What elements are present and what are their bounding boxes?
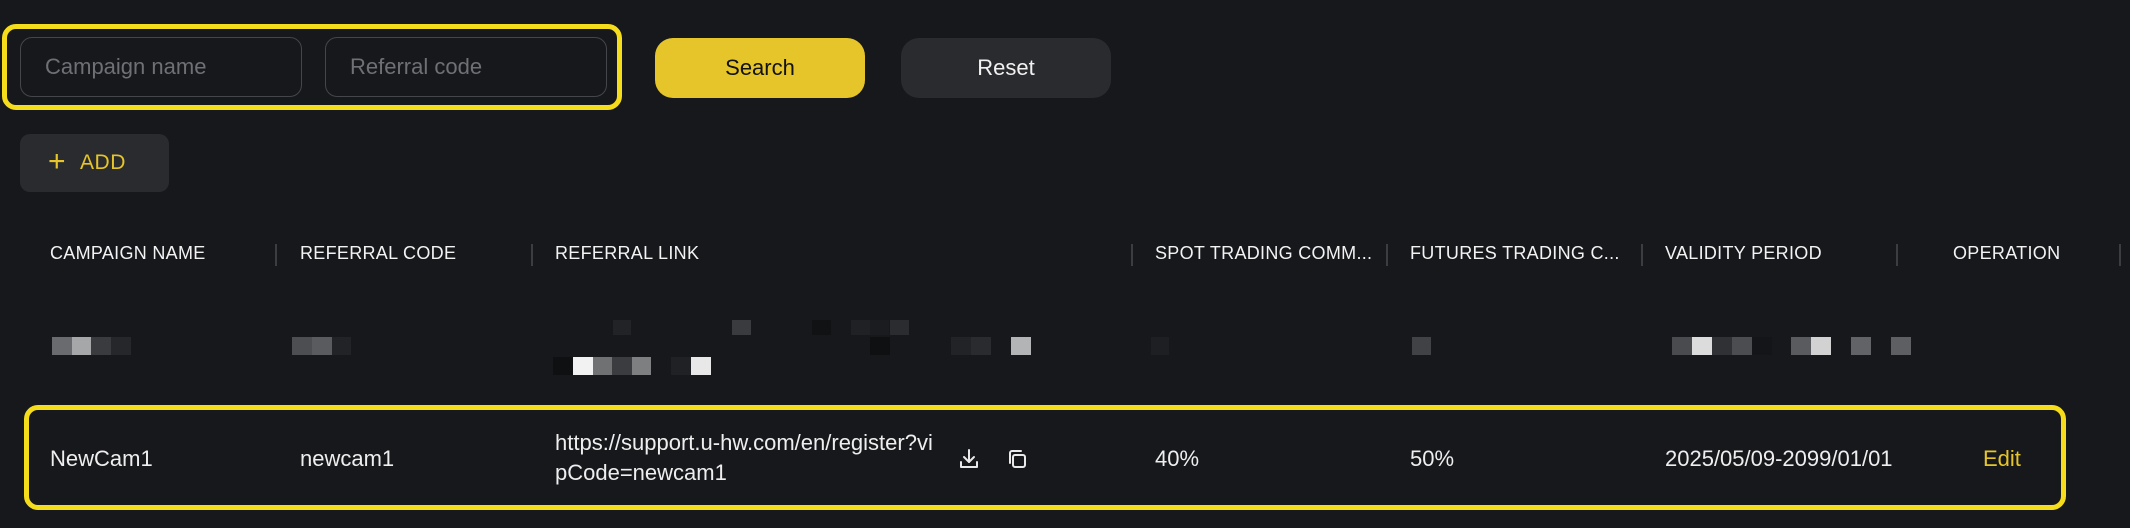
reset-button[interactable]: Reset (901, 38, 1111, 98)
column-header-operation: OPERATION (1953, 243, 2061, 263)
campaign-name-input[interactable] (20, 37, 302, 97)
column-divider[interactable] (1386, 244, 1388, 266)
column-header-referral-link: REFERRAL LINK (555, 243, 700, 263)
column-divider[interactable] (275, 244, 277, 266)
row-highlight-box (24, 405, 2066, 510)
column-divider[interactable] (1896, 244, 1898, 266)
column-divider[interactable] (1131, 244, 1133, 266)
plus-icon: + (48, 144, 67, 178)
column-divider[interactable] (531, 244, 533, 266)
column-header-validity-period: VALIDITY PERIOD (1665, 243, 1822, 263)
referral-code-input[interactable] (325, 37, 607, 97)
column-header-futures-commission: FUTURES TRADING C... (1410, 243, 1620, 263)
search-button[interactable]: Search (655, 38, 865, 98)
add-button-label: ADD (80, 151, 126, 174)
column-header-campaign-name: CAMPAIGN NAME (50, 243, 206, 263)
column-divider[interactable] (2119, 244, 2121, 266)
column-header-spot-commission: SPOT TRADING COMM... (1155, 243, 1373, 263)
column-divider[interactable] (1641, 244, 1643, 266)
add-button[interactable]: + ADD (20, 134, 169, 192)
column-header-referral-code: REFERRAL CODE (300, 243, 457, 263)
